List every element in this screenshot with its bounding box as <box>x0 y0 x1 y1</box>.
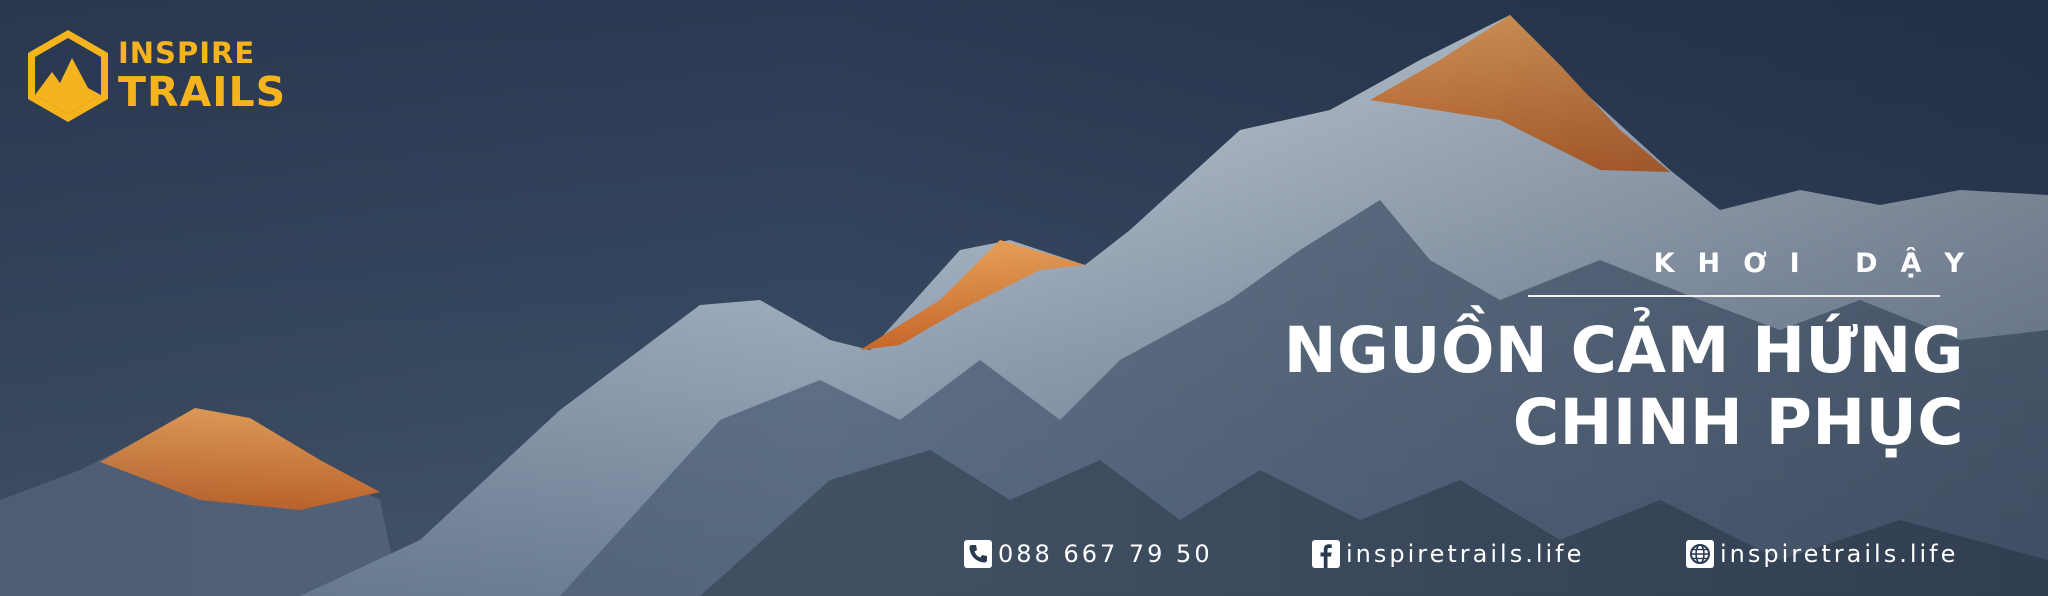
brand-line1: INSPIRE <box>118 36 256 70</box>
contact-phone[interactable]: 088 667 79 50 <box>964 540 1213 568</box>
phone-icon <box>964 540 992 568</box>
contact-facebook-text: inspiretrails.life <box>1346 540 1585 568</box>
facebook-icon <box>1312 540 1340 568</box>
contact-phone-text: 088 667 79 50 <box>998 540 1213 568</box>
brand-line2: TRAILS <box>118 68 287 116</box>
headline-block: KHƠI DẬY NGUỒN CẢM HỨNG CHINH PHỤC <box>1244 248 1964 459</box>
headline-title-line2: CHINH PHỤC <box>1512 386 1964 459</box>
mountain-hexagon-icon <box>28 30 108 122</box>
headline-title: NGUỒN CẢM HỨNG CHINH PHỤC <box>1244 315 1964 459</box>
contact-bar: 088 667 79 50 inspiretrails.life inspire… <box>0 540 2048 576</box>
contact-website[interactable]: inspiretrails.life <box>1686 540 1958 568</box>
headline-kicker: KHƠI DẬY <box>1653 248 1987 279</box>
headline-title-line1: NGUỒN CẢM HỨNG <box>1283 314 1964 387</box>
contact-website-text: inspiretrails.life <box>1720 540 1959 568</box>
contact-facebook[interactable]: inspiretrails.life <box>1312 540 1584 568</box>
globe-icon <box>1686 540 1714 568</box>
hero-banner: INSPIRE TRAILS KHƠI DẬY NGUỒN CẢM HỨNG C… <box>0 0 2048 596</box>
headline-divider <box>1528 295 1940 297</box>
brand-logo[interactable]: INSPIRE TRAILS <box>26 28 286 124</box>
brand-wordmark: INSPIRE TRAILS <box>118 39 286 113</box>
